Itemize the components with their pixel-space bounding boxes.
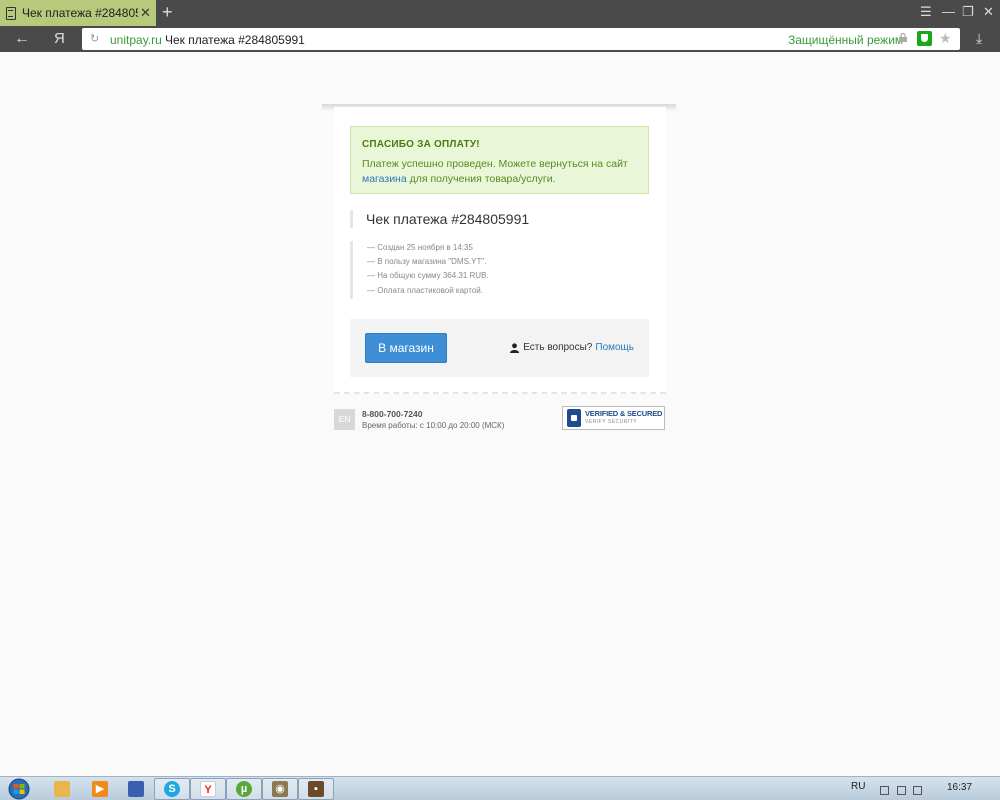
close-tab-icon[interactable]: ✕ — [140, 5, 151, 21]
taskbar-box-app[interactable]: ▪ — [298, 778, 334, 800]
back-to-shop-button[interactable]: В магазин — [365, 333, 447, 363]
back-arrow-icon[interactable]: ← — [14, 30, 30, 48]
taskbar-eye-app[interactable]: ◉ — [262, 778, 298, 800]
taskbar-skype[interactable]: S — [154, 778, 190, 800]
url-host: unitpay.ru — [110, 33, 162, 47]
download-icon[interactable]: ⤓ — [976, 30, 982, 47]
tab-title: Чек платежа #284805991 — [22, 6, 138, 20]
receipt-details: — Создан 25 ноября в 14:35 — В пользу ма… — [350, 241, 489, 299]
user-icon — [510, 342, 520, 353]
shop-link[interactable]: магазина — [362, 173, 407, 185]
badge-subtitle: VERIFY SECURITY — [585, 419, 638, 425]
navigation-bar: ← Я ↻ unitpay.ru Чек платежа #284805991 … — [0, 26, 1000, 52]
detail-merchant: — В пользу магазина "DMS.YT". — [367, 257, 487, 267]
skype-icon: S — [164, 781, 180, 797]
close-window-icon[interactable]: ✕ — [983, 5, 994, 19]
padlock-icon — [567, 409, 581, 427]
system-clock[interactable]: 16:37 — [947, 782, 972, 793]
badge-title: VERIFIED & SECURED — [585, 409, 663, 418]
taskbar-explorer[interactable] — [44, 778, 80, 800]
yandex-button[interactable]: Я — [54, 30, 65, 47]
detail-payment-method: — Оплата пластиковой картой. — [367, 285, 483, 295]
tray-chevron-icon[interactable] — [880, 786, 889, 795]
receipt-title: Чек платежа #284805991 — [350, 210, 529, 228]
support-phone: 8-800-700-7240 — [362, 409, 423, 419]
detail-amount: — На общую сумму 364.31 RUB. — [367, 271, 489, 281]
detail-created: — Создан 25 ноября в 14:35 — [367, 243, 473, 252]
success-message: СПАСИБО ЗА ОПЛАТУ! Платеж успешно провед… — [350, 126, 649, 194]
url-page-title: Чек платежа #284805991 — [165, 33, 305, 47]
secure-mode-label[interactable]: Защищённый режим — [788, 33, 903, 47]
lock-icon — [899, 33, 907, 42]
help-area: Есть вопросы? Помощь — [510, 342, 634, 353]
folder-icon — [54, 781, 70, 797]
tray-language[interactable]: RU — [851, 781, 865, 792]
eye-icon: ◉ — [272, 781, 288, 797]
start-orb-icon[interactable] — [4, 778, 34, 800]
menu-icon[interactable]: ☰ — [920, 5, 932, 19]
reload-icon[interactable]: ↻ — [90, 32, 99, 45]
new-tab-button[interactable]: + — [162, 3, 173, 21]
volume-icon[interactable] — [913, 786, 922, 795]
taskbar-utorrent[interactable]: µ — [226, 778, 262, 800]
receipt-favicon-icon — [6, 6, 16, 20]
floppy-icon — [128, 781, 144, 797]
minimize-icon[interactable]: — — [942, 5, 955, 19]
play-icon: ▶ — [92, 781, 108, 797]
questions-label: Есть вопросы? — [523, 342, 593, 353]
verified-secured-badge[interactable]: VERIFIED & SECURED VERIFY SECURITY — [562, 406, 665, 430]
taskbar-media-player[interactable]: ▶ — [82, 778, 118, 800]
taskbar-yandex-browser[interactable]: Y — [190, 778, 226, 800]
browser-tab[interactable]: Чек платежа #284805991 ✕ — [0, 0, 156, 26]
tab-bar: Чек платежа #284805991 ✕ + ☰ — ❐ ✕ — [0, 0, 1000, 26]
success-text-start: Платеж успешно проведен. Можете вернутьс… — [362, 158, 628, 170]
working-hours: Время работы: с 10:00 до 20:00 (МСК) — [362, 421, 505, 430]
box-icon: ▪ — [308, 781, 324, 797]
success-text-end: для получения товара/услуги. — [406, 173, 556, 185]
yandex-icon: Y — [200, 781, 216, 797]
network-icon[interactable] — [897, 786, 906, 795]
utorrent-icon: µ — [236, 781, 252, 797]
success-text: Платеж успешно проведен. Можете вернутьс… — [362, 157, 637, 187]
success-title: СПАСИБО ЗА ОПЛАТУ! — [362, 139, 480, 150]
help-link[interactable]: Помощь — [595, 342, 634, 353]
address-bar[interactable]: ↻ unitpay.ru Чек платежа #284805991 Защи… — [82, 28, 960, 50]
language-switch[interactable]: EN — [334, 409, 355, 430]
receipt-card: СПАСИБО ЗА ОПЛАТУ! Платеж успешно провед… — [334, 107, 666, 394]
restore-icon[interactable]: ❐ — [962, 5, 974, 19]
protect-shield-icon[interactable] — [917, 31, 932, 46]
action-bar: В магазин Есть вопросы? Помощь — [350, 319, 649, 377]
badge-text: VERIFIED & SECURED VERIFY SECURITY — [585, 409, 662, 427]
taskbar-save-app[interactable] — [118, 778, 154, 800]
bookmark-star-icon[interactable]: ★ — [939, 30, 952, 47]
